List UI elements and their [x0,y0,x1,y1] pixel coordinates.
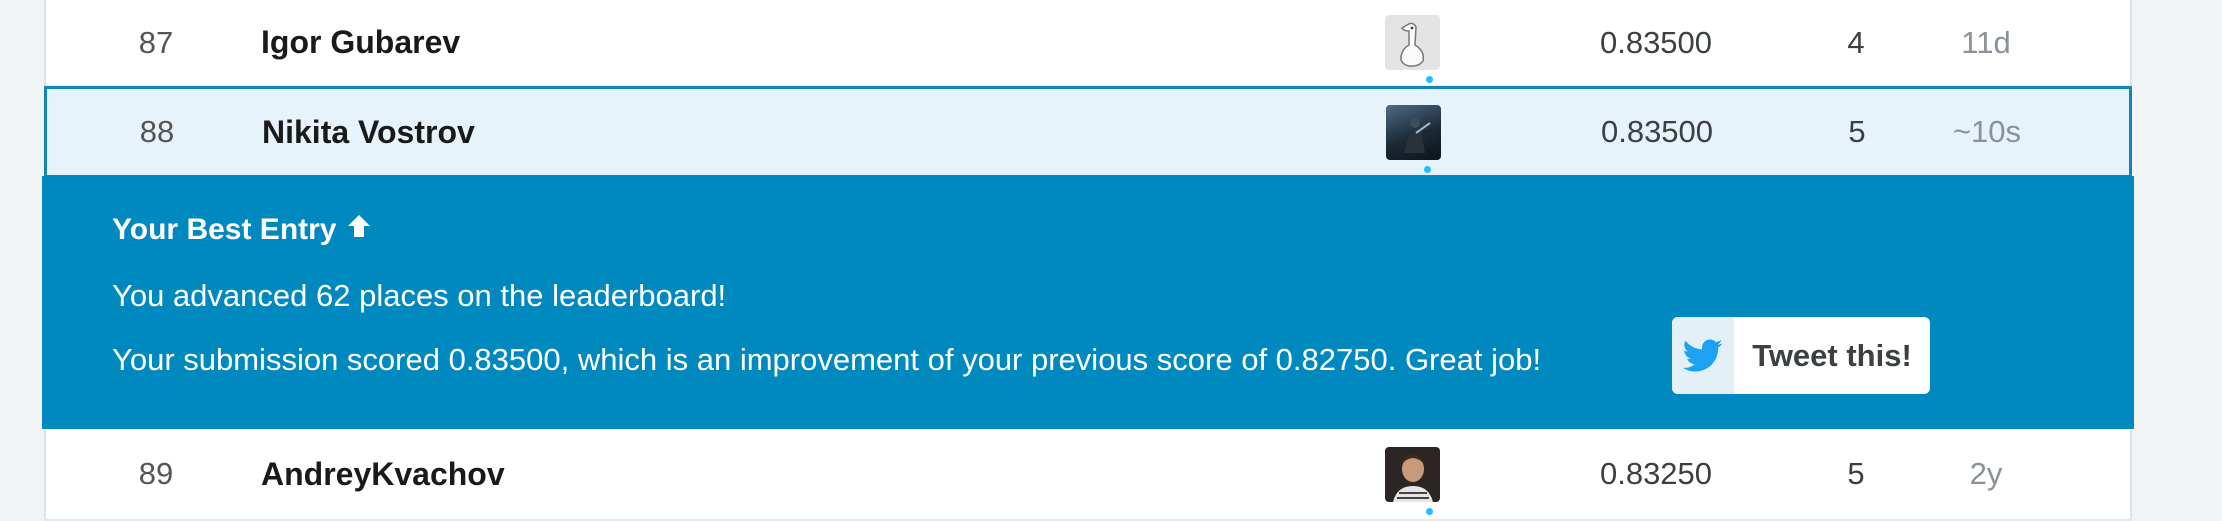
team-avatar[interactable] [1383,89,1443,175]
score-message: Your submission scored 0.83500, which is… [112,342,1542,377]
online-dot [1424,166,1431,173]
tweet-button-label: Tweet this! [1752,337,1912,373]
team-avatar[interactable] [1382,429,1442,519]
leaderboard-row[interactable]: 87 Igor Gubarev 0.83500 4 11d [44,0,2132,87]
last-submission-cell: ~10s [1952,114,2022,149]
team-name[interactable]: AndreyKvachov [261,429,505,519]
team-name[interactable]: Igor Gubarev [261,0,460,85]
last-submission-cell: 2y [1969,456,2003,491]
leaderboard-row-current-user[interactable]: 88 Nikita Vostrov 0.83500 5 ~10s [44,86,2132,178]
goose-avatar-icon [1384,15,1440,70]
tweet-button[interactable]: Tweet this! [1672,317,1930,394]
best-entry-banner: Your Best Entry You advanced 62 places o… [42,176,2134,429]
rank-cell: 87 [138,24,174,60]
banner-title-text: Your Best Entry [112,213,337,246]
rank-cell: 88 [139,114,175,149]
twitter-bird-icon [1672,317,1734,394]
banner-title: Your Best Entry [112,212,373,248]
team-avatar[interactable] [1382,0,1442,85]
rank-cell: 89 [138,456,174,491]
arrow-up-icon [345,212,373,248]
person-avatar-icon [1384,446,1440,502]
leaderboard-row[interactable]: 89 AndreyKvachov 0.83250 5 2y [44,429,2132,521]
online-dot [1426,508,1433,515]
advance-message: You advanced 62 places on the leaderboar… [112,278,727,313]
last-submission-cell: 11d [1961,24,2011,60]
online-dot [1426,76,1433,83]
robot-avatar-icon [1385,104,1441,160]
team-name[interactable]: Nikita Vostrov [262,89,475,175]
